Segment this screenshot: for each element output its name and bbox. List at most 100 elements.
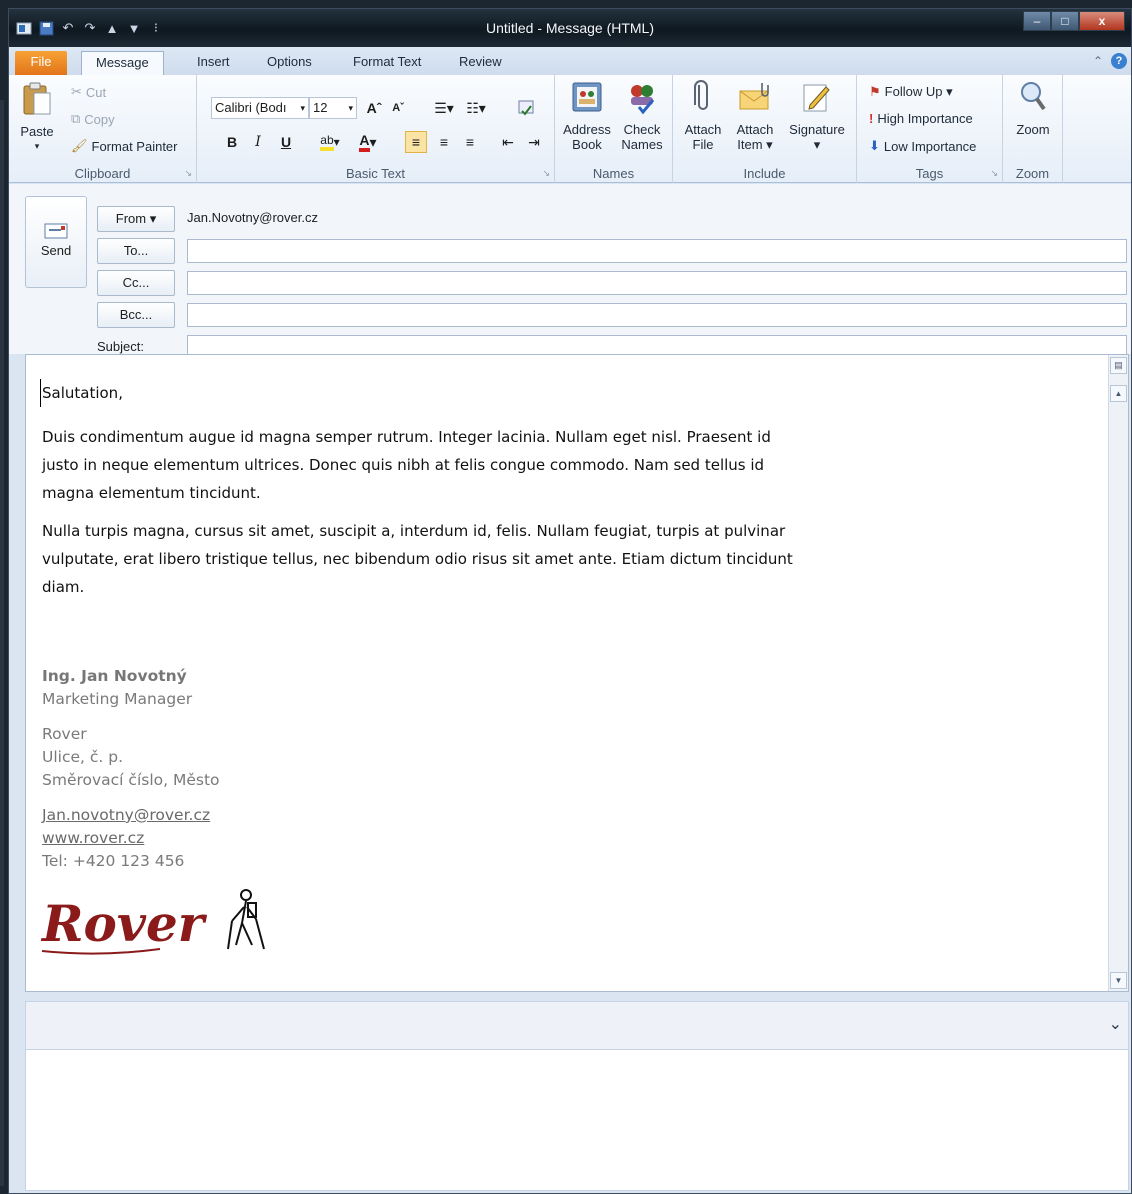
bcc-field[interactable]	[187, 303, 1127, 327]
high-importance-button[interactable]: ! High Importance	[869, 111, 973, 126]
from-button[interactable]: From ▾	[97, 206, 175, 232]
signature-tel: Tel: +420 123 456	[42, 852, 185, 870]
increase-indent-icon[interactable]: ⇥	[523, 131, 545, 153]
paste-dropdown-icon[interactable]: ▾	[17, 139, 57, 154]
low-importance-button[interactable]: ⬇ Low Importance	[869, 138, 976, 154]
tab-insert[interactable]: Insert	[183, 51, 244, 75]
tab-options[interactable]: Options	[253, 51, 326, 75]
spelling-icon[interactable]	[515, 97, 537, 119]
body-text[interactable]: Salutation, Duis condimentum augue id ma…	[40, 379, 802, 611]
font-color-icon[interactable]: A ▾	[351, 131, 385, 153]
font-name-combo[interactable]: Calibri (Bodı ▾	[211, 97, 309, 119]
align-right-icon[interactable]: ≡	[459, 131, 481, 153]
signature-email-link[interactable]: Jan.novotny@rover.cz	[42, 806, 210, 824]
follow-up-button[interactable]: ⚑ Follow Up ▾	[869, 84, 953, 100]
zoom-button[interactable]: Zoom	[1007, 79, 1059, 137]
decrease-indent-icon[interactable]: ⇤	[497, 131, 519, 153]
ribbon: Paste ▾ ✂ Cut ⧉ Copy 🖌 Format Painter Clipb…	[9, 75, 1131, 183]
rover-logo: Rover	[40, 885, 280, 968]
shrink-font-button[interactable]: Aˇ	[387, 97, 409, 119]
check-names-label-1: Check	[623, 122, 661, 137]
cut-button[interactable]: ✂ Cut	[71, 84, 106, 100]
outlook-message-window: ↶ ↷ ▲ ▼ ⁝ Untitled - Message (HTML) – □ …	[8, 8, 1132, 1194]
bold-button[interactable]: B	[221, 131, 243, 153]
tab-review[interactable]: Review	[445, 51, 516, 75]
tags-group: ⚑ Follow Up ▾ ! High Importance ⬇ Low Impor…	[857, 75, 1003, 183]
scroll-down-arrow-icon[interactable]: ▼	[1110, 972, 1127, 989]
tab-format-text[interactable]: Format Text	[339, 51, 435, 75]
address-book-label-2: Book	[572, 137, 602, 152]
signature-button[interactable]: Signature ▾	[783, 79, 851, 152]
tab-file[interactable]: File	[15, 51, 67, 75]
scissors-icon: ✂	[71, 84, 82, 99]
bcc-button[interactable]: Bcc...	[97, 302, 175, 328]
grow-font-button[interactable]: Aˆ	[363, 97, 385, 119]
numbering-icon[interactable]: ☷▾	[461, 97, 491, 119]
tags-launcher-icon[interactable]: ↘	[990, 168, 998, 179]
send-label: Send	[40, 243, 72, 258]
signature-web-link[interactable]: www.rover.cz	[42, 829, 144, 847]
help-icon[interactable]: ?	[1111, 53, 1127, 69]
address-book-button[interactable]: Address Book	[559, 79, 615, 152]
ruler-toggle-icon[interactable]: ▤	[1110, 357, 1127, 374]
address-book-icon	[572, 82, 602, 112]
minimize-ribbon-icon[interactable]: ⌃	[1093, 54, 1103, 68]
vertical-scrollbar[interactable]: ▤ ▲ ▼	[1108, 355, 1128, 991]
copy-label: Copy	[84, 111, 115, 127]
names-group-label: Names	[592, 166, 635, 181]
format-painter-button[interactable]: 🖌 Format Painter	[71, 138, 178, 154]
signature-company: Rover	[42, 725, 87, 743]
format-painter-label: Format Painter	[91, 138, 178, 154]
copy-button[interactable]: ⧉ Copy	[71, 111, 115, 127]
attach-file-button[interactable]: Attach File	[679, 79, 727, 152]
clipboard-launcher-icon[interactable]: ↘	[184, 168, 192, 179]
include-group: Attach File Attach Item ▾ Signature ▾ In…	[673, 75, 857, 183]
message-body[interactable]: Salutation, Duis condimentum augue id ma…	[25, 354, 1129, 992]
send-button[interactable]: Send	[25, 196, 87, 288]
italic-button[interactable]: I	[247, 131, 269, 153]
clipboard-group-label: Clipboard	[74, 166, 131, 181]
cc-field[interactable]	[187, 271, 1127, 295]
zoom-label: Zoom	[1016, 122, 1050, 137]
to-button[interactable]: To...	[97, 238, 175, 264]
bullets-icon[interactable]: ☰▾	[429, 97, 459, 119]
font-size-combo[interactable]: 12 ▾	[309, 97, 357, 119]
maximize-button[interactable]: □	[1051, 11, 1079, 31]
signature-block: Ing. Jan Novotný Marketing Manager Rover…	[42, 665, 220, 873]
attach-item-label-1: Attach	[736, 122, 774, 137]
highlight-icon[interactable]: ab ▾	[313, 131, 347, 153]
message-header: Send From ▾ Jan.Novotny@rover.cz To... C…	[9, 184, 1131, 359]
align-center-icon[interactable]: ≡	[433, 131, 455, 153]
font-size-dropdown-icon[interactable]: ▾	[348, 98, 353, 118]
high-importance-label: High Importance	[877, 111, 973, 126]
signature-dropdown-icon[interactable]: ▾	[783, 137, 851, 152]
check-names-label-2: Names	[621, 137, 663, 152]
tab-message[interactable]: Message	[81, 51, 164, 75]
basic-text-group: Calibri (Bodı ▾ 12 ▾ Aˆ Aˇ ☰▾ ☷▾ B I U a…	[197, 75, 555, 183]
attach-file-label-1: Attach	[684, 122, 722, 137]
attach-file-label-2: File	[692, 137, 714, 152]
basic-text-launcher-icon[interactable]: ↘	[542, 168, 550, 179]
paragraph-2: Nulla turpis magna, cursus sit amet, sus…	[42, 522, 793, 596]
window-title: Untitled - Message (HTML)	[485, 20, 655, 36]
tags-group-label: Tags	[915, 166, 944, 181]
attach-item-button[interactable]: Attach Item ▾	[731, 79, 779, 152]
paste-button[interactable]: Paste ▾	[17, 81, 57, 154]
hiker-icon	[227, 889, 265, 950]
to-field[interactable]	[187, 239, 1127, 263]
attach-item-label-2: Item ▾	[737, 137, 773, 152]
font-name-dropdown-icon[interactable]: ▾	[300, 98, 305, 118]
align-left-icon[interactable]: ≡	[405, 131, 427, 153]
underline-button[interactable]: U	[275, 131, 297, 153]
down-arrow-icon: ⬇	[869, 138, 880, 153]
scroll-up-arrow-icon[interactable]: ▲	[1110, 385, 1127, 402]
copy-icon: ⧉	[71, 111, 81, 126]
minimize-button[interactable]: –	[1023, 11, 1051, 31]
signature-icon	[803, 84, 830, 112]
cc-button[interactable]: Cc...	[97, 270, 175, 296]
chevron-down-icon[interactable]: ⌄	[1109, 1014, 1122, 1034]
close-button[interactable]: x	[1079, 11, 1125, 31]
check-names-icon	[631, 85, 655, 115]
envelope-clip-icon	[739, 83, 769, 110]
check-names-button[interactable]: Check Names	[615, 79, 669, 152]
